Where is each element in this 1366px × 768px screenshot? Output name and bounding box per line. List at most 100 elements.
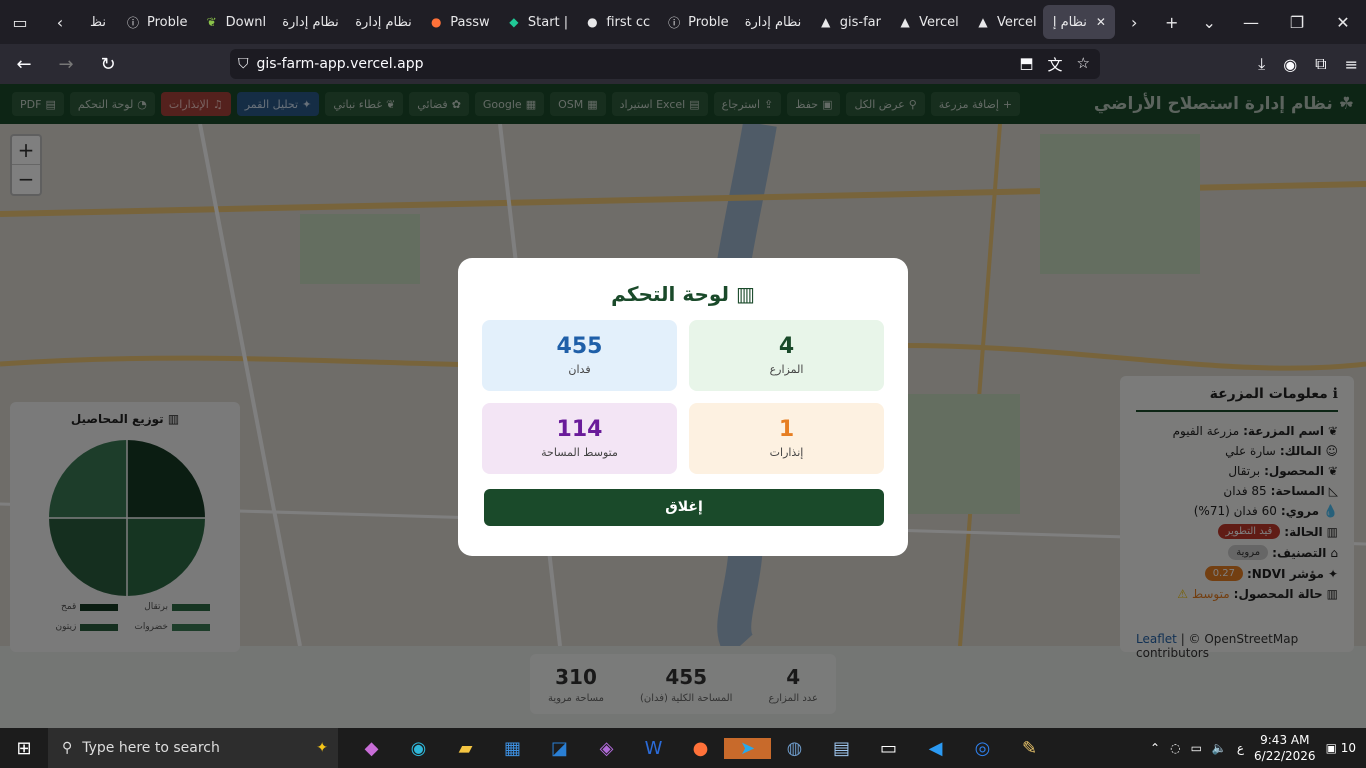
diamond-icon: ◆ xyxy=(509,15,519,29)
card-label: فدان xyxy=(568,363,591,376)
word-icon[interactable]: W xyxy=(630,738,677,759)
tab-overview-icon[interactable]: ▭ xyxy=(0,0,40,44)
terminal-icon[interactable]: ▭ xyxy=(865,738,912,759)
tab[interactable]: نظام إدارة xyxy=(735,5,808,39)
close-button[interactable]: إغلاق xyxy=(484,489,884,526)
downloads-icon[interactable]: ⤓ xyxy=(1258,54,1265,74)
card-value: 1 xyxy=(778,417,795,442)
vscode-icon[interactable]: ◀ xyxy=(912,738,959,759)
info-icon: ⓘ xyxy=(126,15,139,30)
paint-icon[interactable]: ✎ xyxy=(1006,738,1053,759)
install-icon[interactable]: ⬒ xyxy=(1019,54,1033,75)
battery-icon[interactable]: ▭ xyxy=(1191,741,1202,755)
windows-start-icon[interactable]: ⊞ xyxy=(0,738,48,759)
tab[interactable]: ● Passw xyxy=(418,5,496,39)
tab-title: first cc xyxy=(606,14,651,30)
store-icon[interactable]: ▦ xyxy=(489,738,536,759)
outlook-icon[interactable]: ◪ xyxy=(536,738,583,759)
tab[interactable]: ❦ Downl xyxy=(194,5,273,39)
tab-title: نظام إدارة xyxy=(282,14,339,30)
card-label: متوسط المساحة xyxy=(541,446,618,459)
site-info-icon[interactable]: ⛉ xyxy=(238,56,249,72)
taskbar-search[interactable]: ⚲ Type here to search ✦ xyxy=(48,728,338,768)
edge-icon[interactable]: ◉ xyxy=(395,738,442,759)
back-icon[interactable]: ← xyxy=(6,46,42,82)
card-label: المزارع xyxy=(769,363,804,376)
card-value: 114 xyxy=(556,417,603,442)
tab[interactable]: ● first cc xyxy=(574,5,656,39)
minimize-icon[interactable]: — xyxy=(1228,13,1274,32)
tab[interactable]: ◆ Start | xyxy=(496,5,574,39)
vercel-icon: ▲ xyxy=(978,15,988,29)
tab-title: Passw xyxy=(450,14,490,30)
taskbar-apps: ◆ ◉ ▰ ▦ ◪ ◈ W ● ➤ ◍ ▤ ▭ ◀ ◎ ✎ xyxy=(348,737,1053,759)
card-value: 455 xyxy=(556,334,603,359)
forward-icon[interactable]: → xyxy=(48,46,84,82)
firefox-icon[interactable]: ● xyxy=(677,738,724,759)
tab-title: نظ xyxy=(90,14,106,30)
github-icon: ● xyxy=(587,15,598,29)
clock-time: 9:43 AM xyxy=(1260,733,1310,747)
card-farms: 4 المزارع xyxy=(689,320,884,391)
browser-tab-bar: ▭ ‹ نظ ⓘ Proble ❦ Downl نظام إدارة نظام إد… xyxy=(0,0,1366,44)
tab-title: Proble xyxy=(688,14,729,30)
tab-title: Downl xyxy=(225,14,267,30)
menu-icon[interactable]: ≡ xyxy=(1345,55,1358,74)
account-icon[interactable]: ◉ xyxy=(1283,55,1297,74)
tab-active[interactable]: نظام إ ✕ xyxy=(1042,5,1116,39)
firefox-icon: ● xyxy=(431,15,442,29)
modal-title: ▥ لوحة التحكم xyxy=(482,282,884,306)
app-blue-icon[interactable]: ◎ xyxy=(959,738,1006,759)
leaf-icon: ❦ xyxy=(206,15,217,29)
tab[interactable]: نظام إدارة xyxy=(272,5,345,39)
m365-icon[interactable]: ◈ xyxy=(583,738,630,759)
tab-list-icon[interactable]: ⌄ xyxy=(1190,0,1228,44)
tab-strip: نظ ⓘ Proble ❦ Downl نظام إدارة نظام إدارة … xyxy=(80,0,1228,44)
app-window-icon[interactable]: ▤ xyxy=(818,738,865,759)
tab-title: gis-far xyxy=(839,14,881,30)
card-value: 4 xyxy=(778,334,795,359)
sparkle-icon: ✦ xyxy=(316,740,328,756)
tab[interactable]: ⓘ Proble xyxy=(656,5,735,39)
vercel-icon: ▲ xyxy=(900,15,910,29)
tab[interactable]: نظ xyxy=(80,5,115,39)
address-bar[interactable]: ⛉ gis-farm-app.vercel.app ⬒ 文 ☆ xyxy=(230,49,1100,79)
tab-title: Vercel xyxy=(919,14,959,30)
tab[interactable]: ▲ Vercel xyxy=(965,5,1043,39)
language-indicator[interactable]: ع xyxy=(1237,741,1244,755)
volume-icon[interactable]: 🔈 xyxy=(1212,741,1227,755)
search-placeholder: Type here to search xyxy=(82,740,220,756)
tab-title: نظام إدارة xyxy=(355,14,412,30)
tab-title: نظام إ xyxy=(1052,14,1087,30)
taskbar: ⊞ ⚲ Type here to search ✦ ◆ ◉ ▰ ▦ ◪ ◈ W ● … xyxy=(0,728,1366,768)
tab[interactable]: نظام إدارة xyxy=(345,5,418,39)
extensions-icon[interactable]: ⧉ xyxy=(1315,54,1326,74)
reload-icon[interactable]: ↻ xyxy=(90,46,126,82)
dashboard-cards: 4 المزارع 455 فدان 1 إنذارات 114 متوسط المسا… xyxy=(482,320,884,474)
bookmark-star-icon[interactable]: ☆ xyxy=(1077,54,1090,75)
tab[interactable]: ▲ Vercel xyxy=(887,5,965,39)
tab[interactable]: ⓘ Proble xyxy=(115,5,194,39)
maximize-icon[interactable]: ❐ xyxy=(1274,13,1320,32)
file-explorer-icon[interactable]: ▰ xyxy=(442,738,489,759)
card-area: 455 فدان xyxy=(482,320,677,391)
new-tab-icon[interactable]: + xyxy=(1153,0,1191,44)
network-icon[interactable]: ◌ xyxy=(1170,741,1180,755)
browser-nav-bar: ← → ↻ ⛉ gis-farm-app.vercel.app ⬒ 文 ☆ ⤓ … xyxy=(0,44,1366,84)
chart-icon: ▥ xyxy=(735,282,755,306)
tab[interactable]: ▲ gis-far xyxy=(808,5,887,39)
telegram-icon[interactable]: ➤ xyxy=(724,737,771,759)
close-window-icon[interactable]: ✕ xyxy=(1320,13,1366,32)
url-text[interactable]: gis-farm-app.vercel.app xyxy=(257,56,424,72)
card-label: إنذارات xyxy=(769,446,804,459)
scroll-tabs-right-icon[interactable]: › xyxy=(1115,0,1153,44)
postgres-icon[interactable]: ◍ xyxy=(771,738,818,759)
translate-icon[interactable]: 文 xyxy=(1048,54,1063,75)
notifications-icon[interactable]: ▣ 10 xyxy=(1326,741,1356,755)
search-icon: ⚲ xyxy=(62,740,73,756)
scroll-tabs-left-icon[interactable]: ‹ xyxy=(40,0,80,44)
close-tab-icon[interactable]: ✕ xyxy=(1093,14,1109,30)
show-hidden-icons[interactable]: ⌃ xyxy=(1150,741,1160,755)
clock[interactable]: 9:43 AM 6/22/2026 xyxy=(1254,732,1316,764)
copilot-icon[interactable]: ◆ xyxy=(348,738,395,759)
